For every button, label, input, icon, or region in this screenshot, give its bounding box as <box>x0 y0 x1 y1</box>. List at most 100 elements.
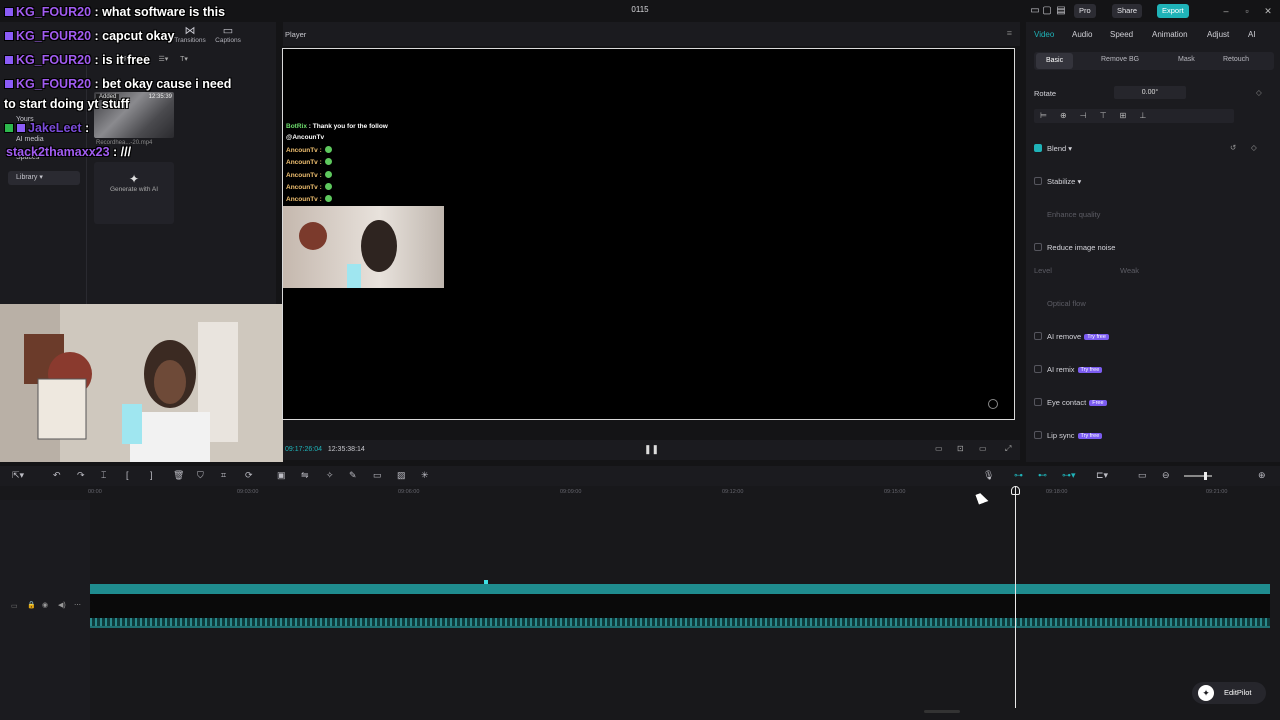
reduce-noise-checkbox[interactable] <box>1034 243 1042 251</box>
track-cover-icon[interactable]: ▭ <box>11 602 18 610</box>
ratio-icon[interactable]: ▭ <box>979 444 987 453</box>
ai-remove-row[interactable]: AI remove Try free <box>1034 332 1109 341</box>
link-icon[interactable]: ⊶ <box>1014 470 1023 481</box>
shortcuts-icon[interactable]: ▤ <box>1054 4 1068 18</box>
zoom-slider-handle[interactable] <box>1204 472 1207 480</box>
microphone-icon[interactable]: 🎙 <box>983 470 994 481</box>
split-icon[interactable]: ⌶ <box>101 470 106 481</box>
zoom-in-icon[interactable]: ⊕ <box>1258 470 1266 481</box>
trim-left-icon[interactable]: [ <box>126 470 129 480</box>
track-header: ▭ 🔒 ◉ ◀) ⋯ <box>0 500 90 720</box>
tab-animation[interactable]: Animation <box>1152 30 1188 39</box>
reduce-noise-label: Reduce image noise <box>1047 243 1116 252</box>
panel-icon[interactable]: ▢ <box>1040 4 1054 18</box>
zoom-out-icon[interactable]: ⊖ <box>1162 470 1170 481</box>
lip-sync-row[interactable]: Lip sync Try free <box>1034 431 1103 440</box>
webcam-feed <box>0 304 283 462</box>
select-tool-icon[interactable]: ⇱▾ <box>12 470 24 481</box>
tab-speed[interactable]: Speed <box>1110 30 1133 39</box>
caption-tool-icon[interactable]: ▭ <box>373 470 382 481</box>
more-tools-icon[interactable]: ✳ <box>421 470 429 481</box>
subtitle-icon[interactable]: ▭ <box>1138 470 1147 481</box>
video-clip[interactable] <box>90 584 1270 594</box>
edit-pilot-button[interactable]: ✦ EditPilot <box>1192 682 1266 704</box>
undo-icon[interactable]: ↶ <box>53 470 61 481</box>
crop-icon[interactable]: ⌗ <box>221 470 226 481</box>
mirror-icon[interactable]: ⇋ <box>301 470 309 481</box>
trim-right-icon[interactable]: ] <box>150 470 153 480</box>
magic-icon[interactable]: ✎ <box>349 470 357 481</box>
auto-reframe-icon[interactable]: ✧ <box>326 470 334 481</box>
sort-icon[interactable]: ☰▾ <box>159 56 169 63</box>
clip-keyframe-marker[interactable] <box>484 580 488 584</box>
freeze-icon[interactable]: ▣ <box>277 470 286 481</box>
blend-checkbox[interactable] <box>1034 144 1042 152</box>
stabilize-checkbox[interactable] <box>1034 177 1042 185</box>
menu-icon[interactable]: ≡ <box>1007 28 1012 38</box>
sidebar-item-library[interactable]: Library ▾ <box>8 171 80 185</box>
sub-badge-icon <box>4 55 14 65</box>
fullscreen-icon[interactable]: ⤢ <box>1005 444 1011 454</box>
blend-row[interactable]: Blend ▾ <box>1034 144 1072 153</box>
ai-remix-row[interactable]: AI remix Try free <box>1034 365 1103 374</box>
more-icon[interactable]: ⋯ <box>74 601 81 609</box>
ai-remix-checkbox[interactable] <box>1034 365 1042 373</box>
rotate-input[interactable]: 0.00° <box>1114 86 1186 99</box>
tab-video[interactable]: Video <box>1034 30 1054 39</box>
audio-waveform <box>90 618 1270 626</box>
ai-remove-checkbox[interactable] <box>1034 332 1042 340</box>
close-button[interactable]: ✕ <box>1262 4 1274 18</box>
emote-icon <box>324 146 332 153</box>
keyframe-icon[interactable]: ◇ <box>1251 143 1257 152</box>
lock-icon[interactable]: 🔒 <box>27 601 36 609</box>
stabilize-row[interactable]: Stabilize ▾ <box>1034 177 1081 186</box>
fit-icon[interactable]: ▭ <box>935 444 943 453</box>
marker-icon[interactable]: ⛉ <box>197 470 204 481</box>
subtab-mask[interactable]: Mask <box>1178 56 1195 63</box>
tab-captions[interactable]: ▭ Captions <box>210 24 246 44</box>
subtab-remove-bg[interactable]: Remove BG <box>1101 56 1139 63</box>
align-toolbar[interactable]: ⊨⊕⊣⊤⊞⊥ <box>1034 109 1234 123</box>
playhead-handle[interactable] <box>1011 486 1020 495</box>
generate-ai-button[interactable]: ✦ Generate with AI <box>94 162 174 224</box>
lip-sync-checkbox[interactable] <box>1034 431 1042 439</box>
text-filter-icon[interactable]: T▾ <box>180 56 188 63</box>
sparkle-icon: ✦ <box>128 172 140 186</box>
reduce-noise-row[interactable]: Reduce image noise <box>1034 243 1115 252</box>
subtab-basic[interactable]: Basic <box>1036 53 1074 69</box>
subtab-retouch[interactable]: Retouch <box>1223 56 1249 63</box>
level-select[interactable]: Weak <box>1120 266 1139 275</box>
track-settings-icon[interactable]: ⊏▾ <box>1096 470 1108 481</box>
redo-icon[interactable]: ↷ <box>77 470 85 481</box>
speaker-icon[interactable]: ◀) <box>58 601 66 609</box>
preview-axis-icon[interactable]: ⊶▾ <box>1062 470 1076 481</box>
speed-icon[interactable]: ⟳ <box>245 470 253 481</box>
horizontal-scrollbar[interactable] <box>924 710 960 713</box>
timeline-ruler[interactable]: 00:00 09:03:00 09:06:00 09:09:00 09:12:0… <box>0 486 1280 500</box>
eye-contact-row[interactable]: Eye contact Free <box>1034 398 1107 407</box>
minimize-button[interactable]: – <box>1220 4 1232 18</box>
image-icon[interactable]: ▨ <box>397 470 406 481</box>
eye-contact-checkbox[interactable] <box>1034 398 1042 406</box>
tab-audio[interactable]: Audio <box>1072 30 1092 39</box>
tab-transitions[interactable]: ⋈ Transitions <box>172 24 208 44</box>
keyframe-icon[interactable]: ◇ <box>1256 88 1262 97</box>
export-button[interactable]: Export <box>1157 4 1189 18</box>
ai-remove-label: AI remove <box>1047 332 1082 341</box>
eye-icon[interactable]: ◉ <box>42 601 48 609</box>
pro-button[interactable]: Pro <box>1074 4 1096 18</box>
preview-canvas[interactable]: BotRix : Thank you for the follow @Ancou… <box>282 48 1015 420</box>
share-button[interactable]: Share <box>1112 4 1143 18</box>
tab-adjust[interactable]: Adjust <box>1207 30 1229 39</box>
tab-ai[interactable]: AI <box>1248 30 1256 39</box>
playhead[interactable] <box>1015 486 1016 708</box>
zoom-slider[interactable] <box>1184 472 1212 480</box>
reset-icon[interactable]: ↺ <box>1230 143 1236 152</box>
lip-sync-label: Lip sync <box>1047 431 1075 440</box>
maximize-button[interactable]: ▫ <box>1241 4 1253 18</box>
snap-icon[interactable]: ⊷ <box>1038 470 1047 481</box>
chat-text: bet okay cause i need <box>102 77 232 91</box>
pause-button[interactable]: ❚❚ <box>644 444 659 455</box>
delete-icon[interactable]: 🗑 <box>173 470 184 481</box>
zoom-icon[interactable]: ⊡ <box>957 444 964 453</box>
